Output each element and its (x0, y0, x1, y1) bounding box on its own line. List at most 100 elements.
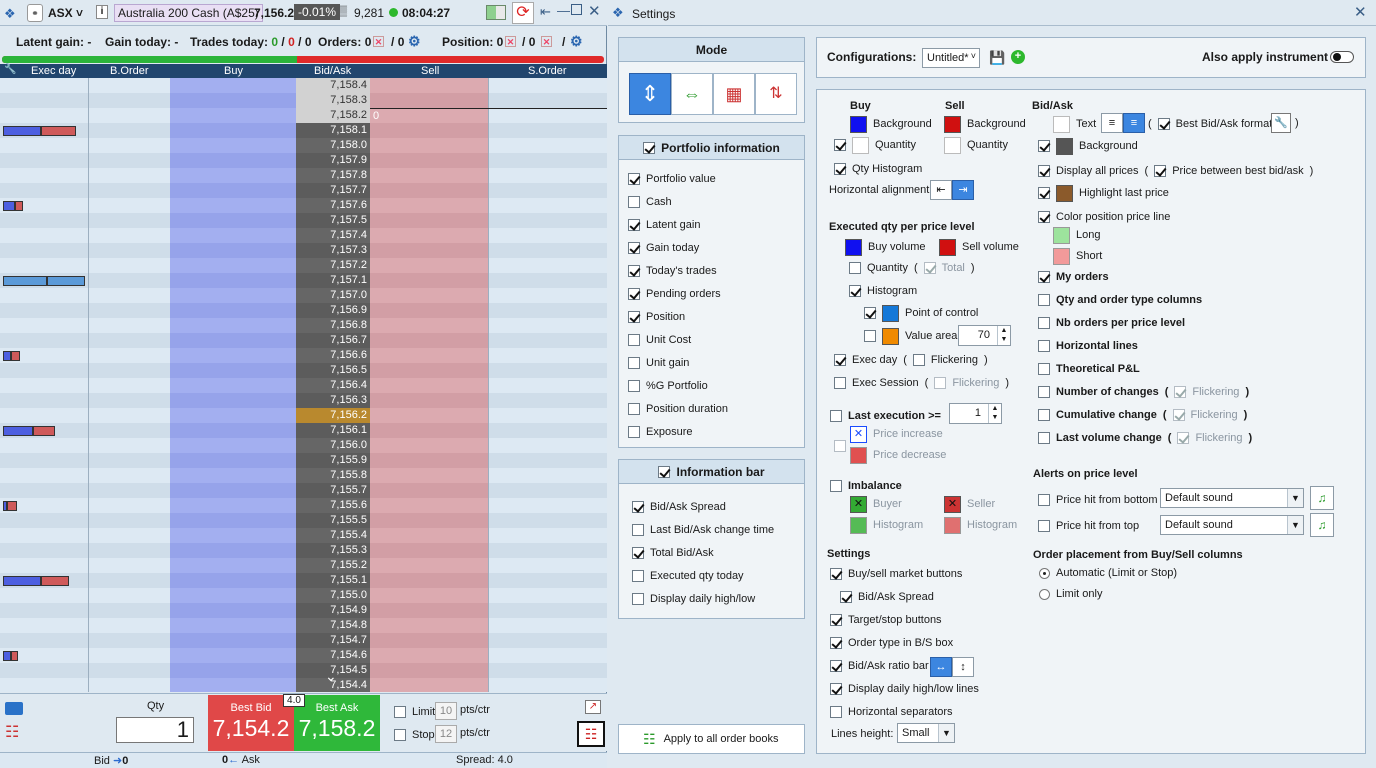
maximize-icon[interactable] (571, 4, 582, 15)
option-row[interactable]: Portfolio value (628, 172, 716, 186)
short-swatch[interactable] (1053, 247, 1070, 265)
add-config-icon[interactable]: + (1011, 50, 1025, 64)
option-row[interactable]: Total Bid/Ask (632, 546, 714, 560)
option-row[interactable]: Last Bid/Ask change time (632, 523, 774, 537)
position-gear-icon[interactable]: ⚙ (570, 33, 583, 50)
buy-quantity-swatch[interactable] (852, 136, 869, 154)
option-checkbox[interactable] (632, 547, 644, 559)
option-checkbox[interactable] (1038, 317, 1050, 329)
limit-only-radio[interactable] (1039, 588, 1050, 600)
last-exec-spinner-icon[interactable]: ▲ ▼ (988, 404, 1001, 423)
reverse-position-icon[interactable]: ✕ (541, 36, 552, 47)
layout-icon[interactable] (486, 5, 506, 20)
option-row[interactable]: Unit gain (628, 356, 689, 370)
option-row[interactable]: Gain today (628, 241, 699, 255)
bidask-bg-swatch[interactable] (1056, 137, 1073, 155)
sell-column[interactable] (370, 78, 488, 692)
option-row[interactable]: Pending orders (628, 287, 721, 301)
option-row[interactable]: Nb orders per price level (1038, 316, 1185, 330)
text-swatch[interactable] (1053, 115, 1070, 133)
display-all-checkbox[interactable] (1038, 165, 1050, 177)
scroll-down-icon[interactable]: ⌄ (325, 668, 337, 685)
highlight-last-swatch[interactable] (1056, 184, 1073, 202)
best-bid-button[interactable]: Best Bid 7,154.2 (208, 695, 294, 751)
sell-background-swatch[interactable] (944, 115, 961, 133)
alert-top-play-icon[interactable]: ♫ (1310, 513, 1334, 537)
align-center-icon[interactable]: ⇥ (952, 180, 974, 200)
info-icon[interactable]: i (96, 5, 108, 19)
alert-bottom-sound-select[interactable]: Default sound ▼ (1160, 488, 1304, 508)
option-checkbox[interactable] (840, 591, 852, 603)
sell-quantity-swatch[interactable] (944, 136, 961, 154)
buy-volume-swatch[interactable] (845, 238, 862, 256)
col-b-order[interactable]: B.Order (110, 65, 149, 77)
option-checkbox[interactable] (1038, 363, 1050, 375)
save-icon[interactable]: 💾 (989, 50, 1005, 66)
link-icon[interactable]: ⚭ (27, 4, 43, 22)
value-area-swatch[interactable] (882, 327, 899, 345)
option-checkbox[interactable] (830, 706, 842, 718)
option-checkbox[interactable] (632, 524, 644, 536)
option-row[interactable]: Display daily high/low (632, 592, 755, 606)
settings-close-icon[interactable]: ✕ (1354, 3, 1367, 21)
bidask-bg-checkbox[interactable] (1038, 140, 1050, 152)
sell-volume-swatch[interactable] (939, 238, 956, 256)
exec-session-checkbox[interactable] (834, 377, 846, 389)
option-checkbox[interactable] (632, 593, 644, 605)
option-row[interactable]: Latent gain (628, 218, 700, 232)
wrench-icon[interactable]: 🔧 (4, 64, 16, 75)
option-checkbox[interactable] (1038, 294, 1050, 306)
order-tools-icon[interactable]: ☷ (5, 722, 19, 742)
price-between-checkbox[interactable] (1154, 165, 1167, 177)
col-exec-day[interactable]: Exec day (31, 65, 76, 77)
option-row[interactable]: Last volume change (Flickering) (1038, 431, 1252, 445)
stop-checkbox[interactable] (394, 729, 406, 741)
buyer-histogram-swatch[interactable] (850, 516, 867, 534)
buy-background-swatch[interactable] (850, 115, 867, 133)
option-row[interactable]: %G Portfolio (628, 379, 708, 393)
last-exec-color-checkbox[interactable] (834, 440, 846, 452)
ex-quantity-checkbox[interactable] (849, 262, 861, 274)
chart-icon[interactable]: ↗ (585, 700, 601, 714)
imbalance-checkbox[interactable] (830, 480, 842, 492)
option-row[interactable]: Bid/Ask Spread (840, 590, 934, 604)
highlight-last-checkbox[interactable] (1038, 187, 1050, 199)
option-checkbox[interactable] (628, 265, 640, 277)
price-ladder[interactable]: 0 7,158.4 7,158.3 7,158.2 7,158.1 7,158.0 7,1… (0, 78, 607, 692)
limit-pts-input[interactable]: 10 (435, 702, 457, 720)
flicker-checkbox[interactable] (1172, 409, 1185, 421)
keyboard-icon[interactable] (5, 702, 23, 715)
close-icon[interactable]: ✕ (588, 2, 601, 20)
buy-column[interactable] (170, 78, 296, 692)
best-ask-button[interactable]: Best Ask 7,158.2 (294, 695, 380, 751)
total-checkbox[interactable] (923, 262, 936, 274)
poc-swatch[interactable] (882, 304, 899, 322)
ratio-vertical-icon[interactable]: ↕ (952, 657, 974, 677)
option-checkbox[interactable] (1038, 271, 1050, 283)
option-row[interactable]: Number of changes (Flickering) (1038, 385, 1249, 399)
exec-day-flicker-checkbox[interactable] (912, 354, 925, 366)
option-row[interactable]: Buy/sell market buttons (830, 567, 962, 581)
alert-top-sound-select[interactable]: Default sound ▼ (1160, 515, 1304, 535)
infobar-toggle-checkbox[interactable] (658, 465, 671, 478)
seller-histogram-swatch[interactable] (944, 516, 961, 534)
align-right-icon[interactable]: ⇤ (930, 180, 952, 200)
option-checkbox[interactable] (830, 614, 842, 626)
best-format-checkbox[interactable] (1157, 118, 1170, 130)
buy-quantity-checkbox[interactable] (834, 139, 846, 151)
col-sell[interactable]: Sell (421, 65, 439, 77)
best-format-wrench-icon[interactable]: 🔧 (1271, 113, 1291, 133)
qty-histogram-checkbox[interactable] (834, 163, 846, 175)
mode-vertical-icon[interactable]: ⇕ (629, 73, 671, 115)
col-buy[interactable]: Buy (224, 65, 243, 77)
option-checkbox[interactable] (830, 683, 842, 695)
portfolio-toggle-checkbox[interactable] (643, 141, 656, 154)
s-order-column[interactable] (488, 78, 607, 692)
option-checkbox[interactable] (1038, 340, 1050, 352)
limit-checkbox[interactable] (394, 706, 406, 718)
b-order-column[interactable] (88, 78, 170, 692)
color-pos-checkbox[interactable] (1038, 211, 1050, 223)
option-row[interactable]: Bid/Ask ratio bar (830, 659, 929, 673)
price-decrease-swatch[interactable] (850, 446, 867, 464)
settings-toggle-icon[interactable]: ☷ (577, 721, 605, 747)
